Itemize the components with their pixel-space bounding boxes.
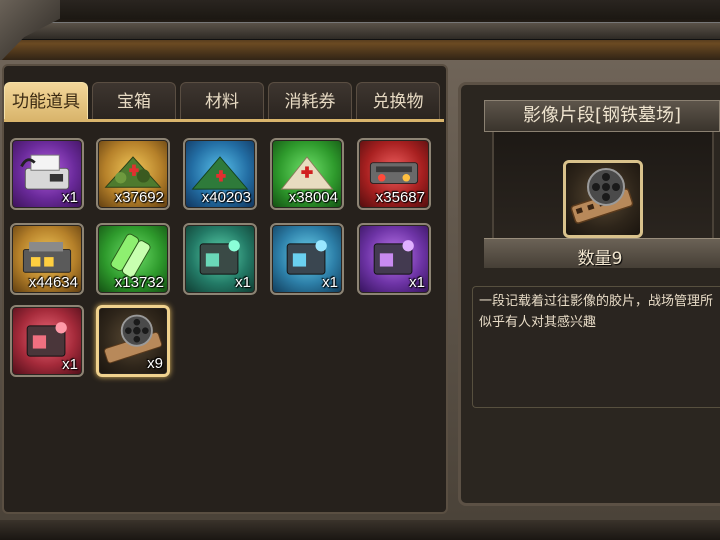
item-count: x35687 (375, 189, 425, 206)
inventory-slot[interactable]: x1 (10, 305, 84, 377)
item-description: 一段记载着过往影像的胶片，战场管理所似乎有人对其感兴趣 (472, 286, 720, 408)
item-count: x1 (62, 356, 78, 373)
item-count: x37692 (114, 189, 164, 206)
item-count: x1 (322, 274, 338, 291)
item-count: x13732 (114, 274, 164, 291)
inventory-slot[interactable]: x1 (357, 223, 431, 295)
quantity-label: 数量9 (577, 249, 623, 269)
top-decor (0, 0, 720, 62)
item-count: x40203 (201, 189, 251, 206)
inventory-slot[interactable]: x44634 (10, 223, 84, 295)
item-count: x1 (409, 274, 425, 291)
inventory-slot[interactable]: x9 (96, 305, 170, 377)
item-count: x1 (235, 274, 251, 291)
tab-exchange[interactable]: 兑换物 (356, 82, 440, 120)
inventory-slot[interactable]: x38004 (270, 138, 344, 210)
top-rail (0, 22, 720, 40)
tab-underline (4, 119, 444, 122)
detail-title: 影像片段[钢铁墓场] (484, 100, 720, 132)
inventory-slot[interactable]: x37692 (96, 138, 170, 210)
inventory-slot[interactable]: x35687 (357, 138, 431, 210)
bottom-decor (0, 520, 720, 540)
tab-chests[interactable]: 宝箱 (92, 82, 176, 120)
detail-item-icon (563, 160, 643, 238)
item-count: x44634 (28, 274, 78, 291)
tab-vouchers[interactable]: 消耗券 (268, 82, 352, 120)
film-reel-icon (570, 168, 634, 224)
item-count: x9 (147, 355, 163, 372)
tab-materials[interactable]: 材料 (180, 82, 264, 120)
inventory-slot[interactable]: x1 (183, 223, 257, 295)
inventory-slot[interactable]: x1 (10, 138, 84, 210)
inventory-slot[interactable]: x13732 (96, 223, 170, 295)
item-count: x38004 (288, 189, 338, 206)
inventory-slot[interactable]: x1 (270, 223, 344, 295)
tab-functional-items[interactable]: 功能道具 (4, 82, 88, 120)
item-count: x1 (62, 189, 78, 206)
inventory-slot[interactable]: x40203 (183, 138, 257, 210)
